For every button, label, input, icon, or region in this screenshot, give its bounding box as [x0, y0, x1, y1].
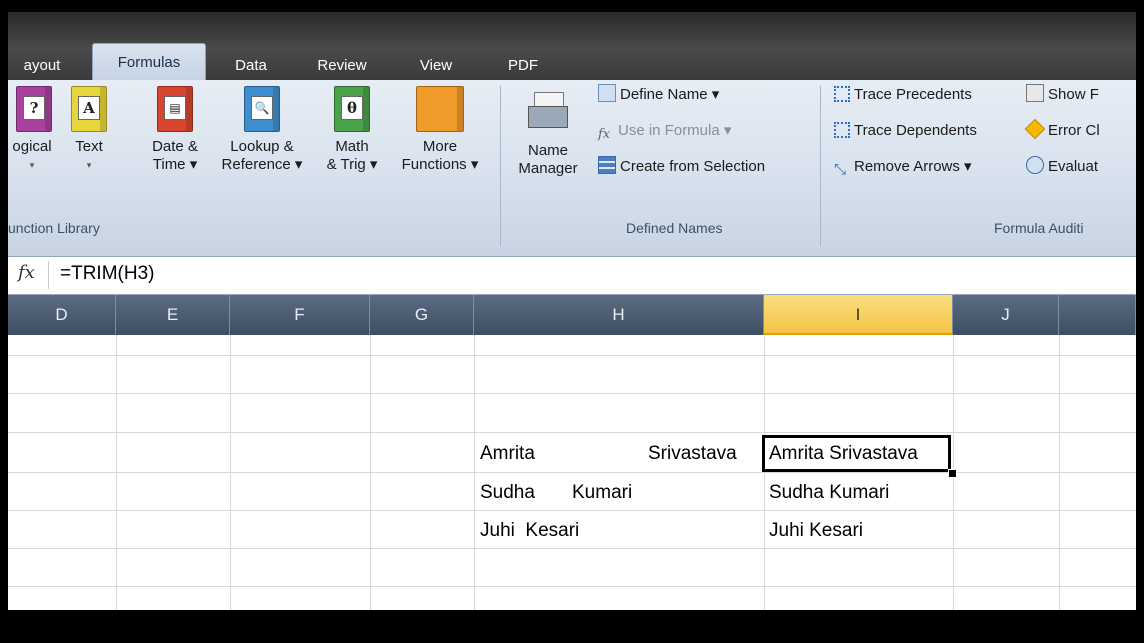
gridline — [8, 586, 1136, 587]
trace-dependents-button[interactable]: Trace Dependents — [834, 120, 977, 142]
evaluate-formula-icon — [1026, 156, 1044, 174]
grid-selection-icon — [598, 156, 616, 174]
tab-review[interactable]: Review — [303, 52, 381, 80]
formula-bar-divider — [48, 261, 49, 289]
formula-input[interactable]: =TRIM(H3) — [60, 263, 154, 285]
cell-i5[interactable]: Juhi Kesari — [769, 511, 863, 549]
tab-formulas[interactable]: Formulas — [92, 43, 206, 81]
lookup-reference-button[interactable]: 🔍 Lookup & Reference ▾ — [214, 86, 310, 174]
cell-h5[interactable]: Juhi Kesari — [480, 511, 579, 549]
error-checking-icon — [1024, 118, 1046, 140]
group-divider — [500, 86, 501, 246]
magnifier-book-icon: 🔍 — [244, 86, 280, 132]
tab-pdf[interactable]: PDF — [498, 52, 548, 80]
remove-arrows-button[interactable]: ⤡ Remove Arrows ▾ — [834, 156, 972, 178]
theta-book-icon: θ — [334, 86, 370, 132]
function-library-group-label: unction Library — [8, 220, 100, 236]
cell-h3-first[interactable]: Amrita — [480, 434, 535, 472]
column-header-f[interactable]: F — [230, 295, 370, 335]
math-trig-button[interactable]: θ Math & Trig ▾ — [316, 86, 388, 174]
trace-precedents-icon — [834, 86, 850, 102]
error-checking-button[interactable]: Error Cl — [1024, 118, 1100, 142]
cell-h4-last[interactable]: Kumari — [572, 473, 632, 511]
name-manager-button[interactable]: Name Manager — [510, 86, 586, 178]
column-header-row: D E F G H I J — [8, 295, 1136, 335]
tab-view[interactable]: View — [403, 52, 469, 80]
formula-auditing-group-label: Formula Auditi — [994, 220, 1084, 236]
logical-icon: ? — [16, 86, 52, 132]
more-functions-button[interactable]: More Functions ▾ — [390, 86, 490, 174]
active-cell-border — [762, 435, 951, 472]
column-header-k[interactable] — [1059, 295, 1136, 335]
column-header-j[interactable]: J — [953, 295, 1059, 335]
column-header-g[interactable]: G — [370, 295, 474, 335]
gridline — [8, 393, 1136, 394]
fx-icon: fx — [598, 127, 611, 142]
group-divider — [820, 86, 821, 246]
gridline — [8, 355, 1136, 356]
show-formulas-button[interactable]: Show F — [1026, 84, 1099, 106]
calendar-book-icon: ▤ — [157, 86, 193, 132]
show-formulas-icon — [1026, 84, 1044, 102]
use-in-formula-button[interactable]: fx Use in Formula ▾ — [598, 120, 731, 142]
stacked-books-icon — [416, 86, 464, 132]
column-header-i[interactable]: I — [764, 295, 953, 335]
date-time-button[interactable]: ▤ Date & Time ▾ — [140, 86, 210, 174]
column-header-d[interactable]: D — [8, 295, 116, 335]
tab-page-layout[interactable]: ayout — [12, 52, 72, 80]
excel-window: ayout Formulas Data Review View PDF ? og… — [8, 12, 1136, 610]
fill-handle[interactable] — [948, 469, 957, 478]
gridline — [8, 432, 1136, 433]
trace-dependents-icon — [834, 122, 850, 138]
text-functions-icon: A — [71, 86, 107, 132]
tab-data[interactable]: Data — [222, 52, 280, 80]
formula-bar: fx =TRIM(H3) — [8, 257, 1136, 295]
trace-precedents-button[interactable]: Trace Precedents — [834, 84, 972, 106]
defined-names-group-label: Defined Names — [626, 220, 723, 236]
remove-arrows-icon: ⤡ — [834, 161, 847, 178]
column-header-e[interactable]: E — [116, 295, 230, 335]
ribbon-tab-bar: ayout Formulas Data Review View PDF — [8, 12, 1136, 81]
ribbon-panel: ? ogical ▾ A Text ▾ ▤ Date & Time ▾ 🔍 Lo… — [8, 80, 1136, 257]
insert-function-icon[interactable]: fx — [18, 262, 35, 283]
define-name-button[interactable]: Define Name ▾ — [598, 84, 719, 106]
cell-h3-last[interactable]: Srivastava — [648, 434, 737, 472]
cell-i4[interactable]: Sudha Kumari — [769, 473, 889, 511]
create-from-selection-button[interactable]: Create from Selection — [598, 156, 765, 178]
column-header-h[interactable]: H — [474, 295, 764, 335]
name-manager-icon — [528, 92, 568, 128]
evaluate-formula-button[interactable]: Evaluat — [1026, 156, 1098, 178]
text-functions-button[interactable]: A Text ▾ — [64, 86, 114, 174]
logical-button[interactable]: ? ogical ▾ — [8, 86, 56, 174]
cell-h4-first[interactable]: Sudha — [480, 473, 535, 511]
define-name-icon — [598, 84, 616, 102]
worksheet-grid[interactable]: Amrita Srivastava Amrita Srivastava Sudh… — [8, 335, 1136, 610]
